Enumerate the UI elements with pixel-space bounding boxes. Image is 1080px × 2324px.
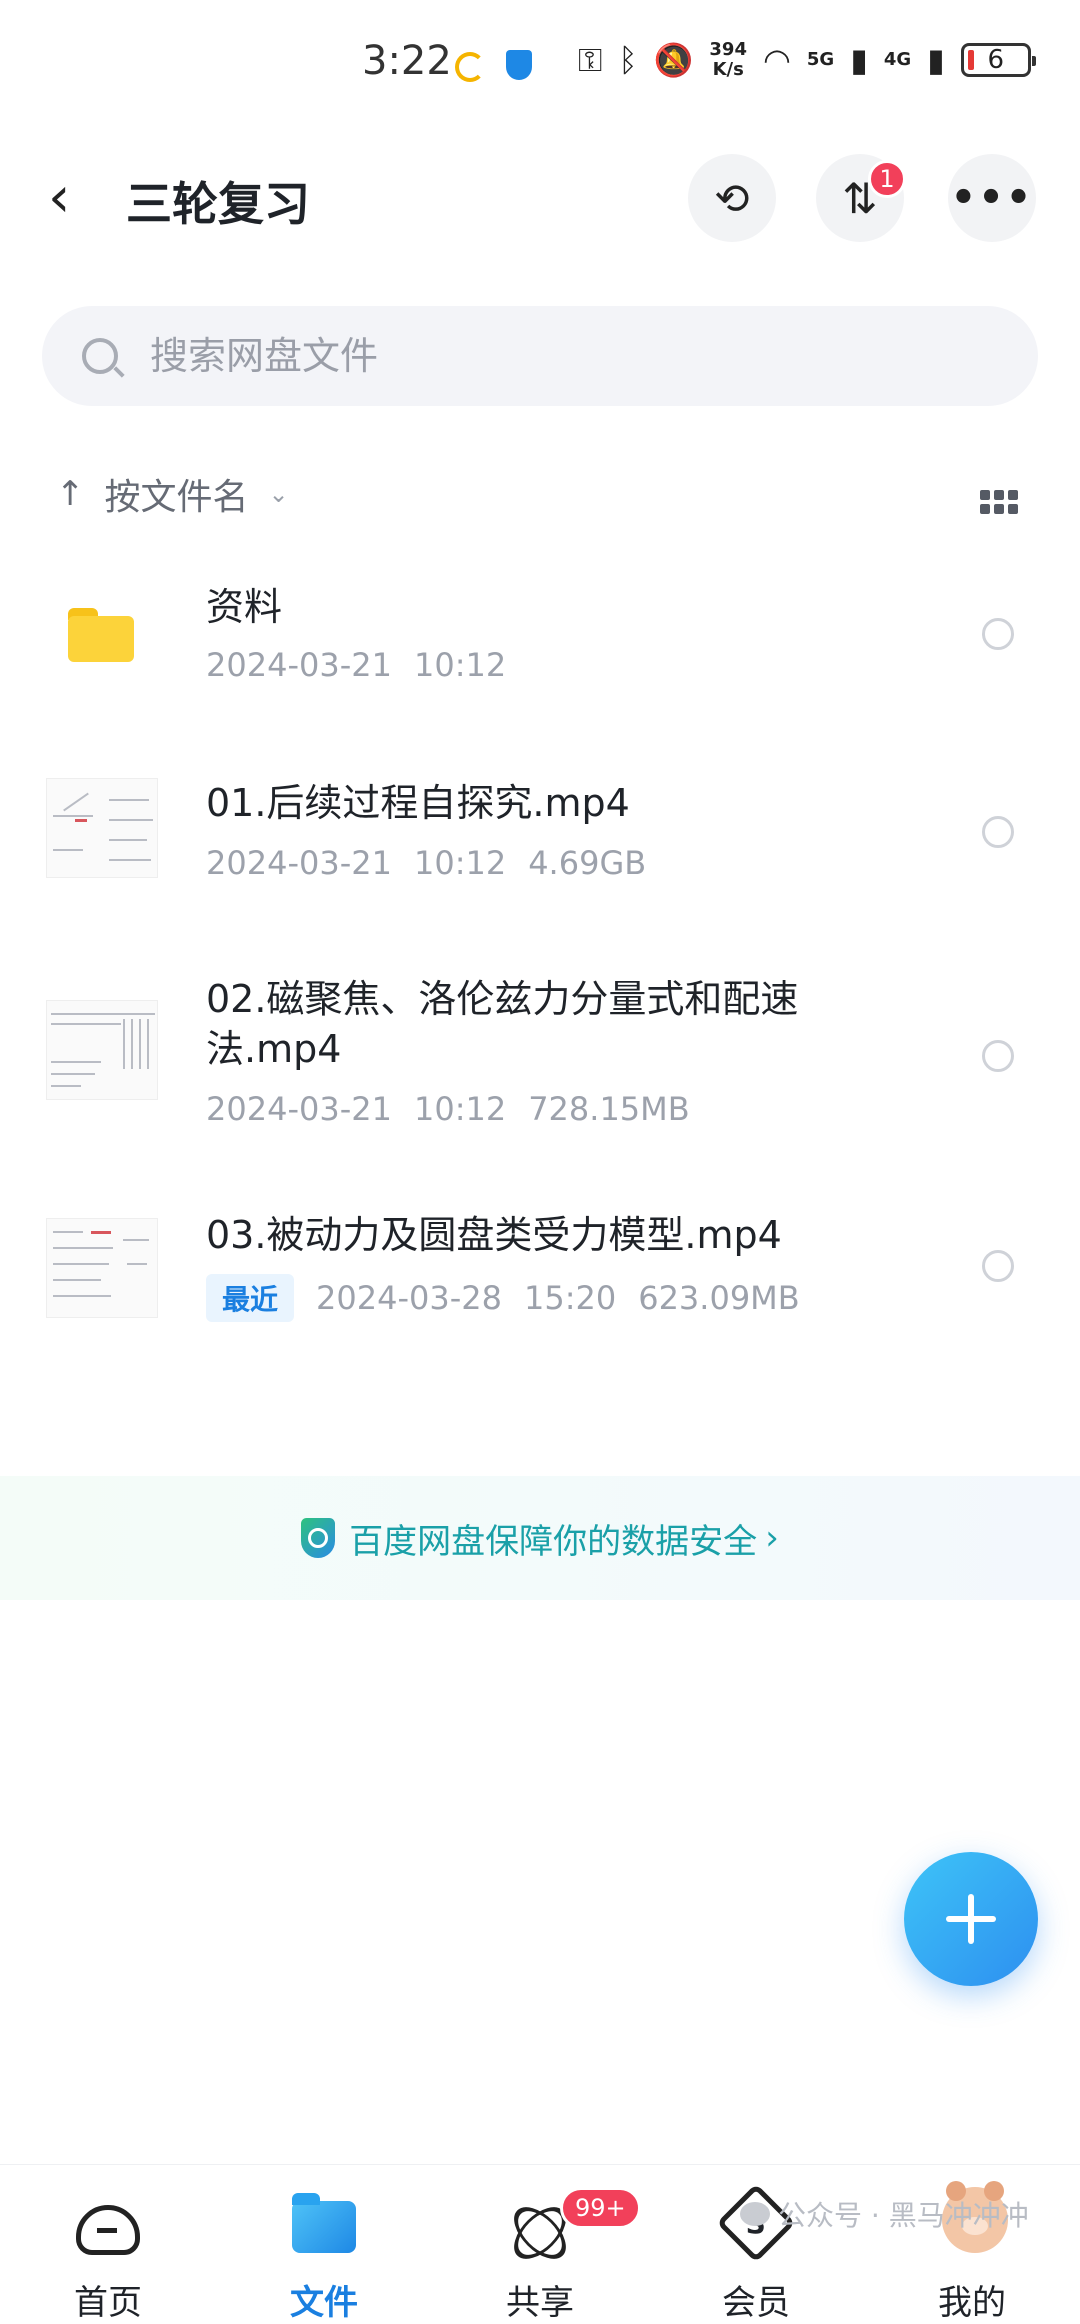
app-notification-icon: [455, 52, 485, 82]
add-button[interactable]: [904, 1852, 1038, 1986]
signal-bars-icon: ▮: [927, 41, 945, 79]
nav-label: 会员: [722, 2283, 790, 2323]
file-time: 10:12: [413, 844, 507, 882]
status-icons: ⚿ ᛒ 🔕 394 K/s ◠ 5G ▮ 4G ▮ 6: [578, 39, 1036, 80]
list-item[interactable]: 02.磁聚焦、洛伦兹力分量式和配速法.mp4 2024-03-21 10:12 …: [0, 970, 1080, 1150]
list-item[interactable]: 资料 2024-03-21 10:12: [0, 560, 1080, 710]
file-time: 10:12: [413, 1090, 507, 1128]
file-name: 02.磁聚焦、洛伦兹力分量式和配速法.mp4: [206, 977, 799, 1071]
status-bar: 3:22 ⚿ ᛒ 🔕 394 K/s ◠ 5G ▮ 4G ▮ 6: [0, 0, 1080, 130]
file-size: 728.15MB: [528, 1090, 690, 1128]
wifi-icon: ◠: [762, 41, 791, 79]
file-meta: 2024-03-21 10:12: [206, 646, 506, 684]
nav-label: 文件: [290, 2283, 358, 2323]
nav-item-share[interactable]: 99+ 共享: [432, 2165, 648, 2324]
signal-5g-icon: 5G: [806, 49, 835, 70]
select-radio[interactable]: [982, 816, 1014, 848]
wechat-icon: [740, 2202, 770, 2226]
nav-item-files[interactable]: 文件: [216, 2165, 432, 2324]
nav-item-home[interactable]: 首页: [0, 2165, 216, 2324]
page-title: 三轮复习: [126, 177, 310, 231]
file-size: 623.09MB: [638, 1279, 800, 1317]
banner-text: 百度网盘保障你的数据安全: [349, 1521, 758, 1562]
select-radio[interactable]: [982, 618, 1014, 650]
history-icon: ⟲: [714, 173, 750, 223]
video-thumbnail: [46, 1218, 158, 1318]
plus-icon: [946, 1894, 996, 1944]
battery-icon: 6: [960, 43, 1036, 77]
file-name: 01.后续过程自探究.mp4: [206, 781, 630, 825]
nav-label: 首页: [74, 2283, 142, 2323]
net-speed: 394 K/s: [709, 39, 747, 80]
search-bar[interactable]: [42, 306, 1038, 406]
select-radio[interactable]: [982, 1250, 1014, 1282]
recent-tag: 最近: [206, 1274, 295, 1322]
status-time: 3:22: [362, 38, 452, 84]
nav-label: 共享: [506, 2283, 574, 2323]
sort-button[interactable]: ↑ 按文件名 ⌄: [56, 468, 289, 520]
shield-icon: [301, 1518, 336, 1558]
mute-icon: 🔕: [653, 41, 694, 79]
files-folder-icon: [292, 2193, 356, 2253]
security-banner[interactable]: 百度网盘保障你的数据安全 ›: [0, 1476, 1080, 1600]
nav-label: 我的: [938, 2283, 1006, 2323]
file-size: 4.69GB: [528, 844, 647, 882]
bottom-nav: 首页 文件 99+ 共享 S 会员 我的: [0, 2164, 1080, 2324]
sort-row: ↑ 按文件名 ⌄: [0, 468, 1080, 528]
nav-item-me[interactable]: 我的: [864, 2165, 1080, 2324]
select-radio[interactable]: [982, 1040, 1014, 1072]
file-name: 资料: [206, 585, 283, 629]
share-badge: 99+: [560, 2187, 641, 2229]
bluetooth-icon: ᛒ: [618, 41, 638, 79]
shield-notification-icon: [506, 50, 532, 80]
list-item[interactable]: 01.后续过程自探究.mp4 2024-03-21 10:12 4.69GB: [0, 760, 1080, 910]
sort-arrow-icon: ↑: [56, 474, 85, 514]
history-button[interactable]: ⟲: [688, 154, 776, 242]
transfer-badge: 1: [868, 160, 906, 198]
search-input[interactable]: [150, 334, 950, 378]
signal-bars-icon: ▮: [850, 41, 868, 79]
file-date: 2024-03-21: [206, 646, 392, 684]
search-icon: [82, 338, 118, 374]
file-date: 2024-03-28: [316, 1279, 502, 1317]
key-icon: ⚿: [578, 40, 603, 79]
video-thumbnail: [46, 778, 158, 878]
chevron-right-icon: ›: [765, 1518, 779, 1558]
sort-label: 按文件名: [104, 477, 249, 518]
more-icon: •••: [950, 175, 1034, 221]
home-cloud-icon: [76, 2205, 140, 2255]
watermark: 公众号 · 黑马冲冲冲: [740, 2194, 1029, 2234]
back-icon[interactable]: ‹: [48, 170, 98, 230]
file-meta: 2024-03-21 10:12 728.15MB: [206, 1090, 690, 1128]
folder-icon: [68, 608, 134, 662]
chevron-down-icon: ⌄: [268, 480, 289, 508]
file-time: 10:12: [413, 646, 507, 684]
file-name: 03.被动力及圆盘类受力模型.mp4: [206, 1213, 782, 1257]
file-date: 2024-03-21: [206, 844, 392, 882]
file-meta: 2024-03-21 10:12 4.69GB: [206, 844, 646, 882]
file-meta: 最近 2024-03-28 15:20 623.09MB: [206, 1274, 800, 1322]
grid-view-icon[interactable]: [980, 490, 1018, 514]
signal-4g-icon: 4G: [883, 49, 912, 70]
nav-item-vip[interactable]: S 会员: [648, 2165, 864, 2324]
file-time: 15:20: [523, 1279, 617, 1317]
file-date: 2024-03-21: [206, 1090, 392, 1128]
more-button[interactable]: •••: [948, 154, 1036, 242]
video-thumbnail: [46, 1000, 158, 1100]
list-item[interactable]: 03.被动力及圆盘类受力模型.mp4 最近 2024-03-28 15:20 6…: [0, 1200, 1080, 1350]
header: ‹ 三轮复习 ⟲ ⇅ 1 •••: [0, 150, 1080, 250]
